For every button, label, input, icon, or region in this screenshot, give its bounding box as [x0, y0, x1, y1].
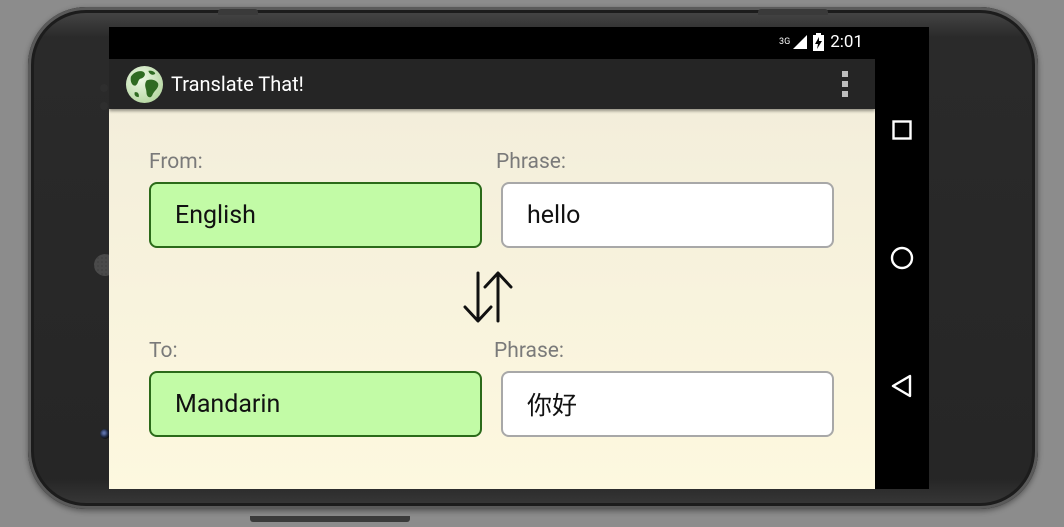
action-bar: Translate That!	[109, 59, 875, 109]
swap-arrows-icon[interactable]	[461, 269, 515, 325]
overflow-menu-icon[interactable]	[841, 71, 849, 99]
phone-volume-button	[758, 9, 828, 15]
navigation-bar	[875, 27, 929, 489]
clock: 2:01	[830, 32, 863, 52]
light-sensor	[100, 102, 108, 110]
globe-icon[interactable]	[125, 65, 164, 104]
signal-icon	[793, 35, 808, 49]
from-phrase-input[interactable]: hello	[501, 182, 834, 248]
phone-side-button	[218, 9, 258, 15]
to-phrase-label: Phrase:	[494, 339, 565, 363]
from-language-selector[interactable]: English	[149, 182, 482, 248]
to-label: To:	[149, 339, 178, 363]
recent-apps-icon[interactable]	[888, 116, 916, 144]
to-phrase-output[interactable]: 你好	[501, 371, 834, 437]
back-icon[interactable]	[888, 372, 916, 400]
to-language-selector[interactable]: Mandarin	[149, 371, 482, 437]
home-icon[interactable]	[888, 244, 916, 272]
from-label: From:	[149, 150, 203, 174]
device-screen: 3G 2:01 Translate That! From: Phrase: En…	[109, 27, 929, 489]
network-type: 3G	[779, 37, 791, 47]
from-phrase-label: Phrase:	[496, 150, 567, 174]
phone-power-button	[250, 516, 410, 522]
app-title: Translate That!	[171, 72, 304, 96]
proximity-sensor	[100, 84, 108, 92]
status-bar: 3G 2:01	[109, 27, 875, 59]
translate-form: From: Phrase: English hello To: Phrase: …	[109, 109, 875, 489]
battery-charging-icon	[813, 33, 825, 51]
